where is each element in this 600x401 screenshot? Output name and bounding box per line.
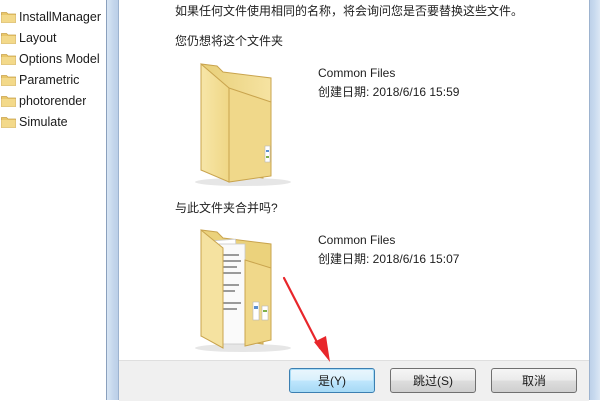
existing-folder-heading: 您仍想将这个文件夹 [175, 34, 284, 48]
folder-tree: InstallManager Layout Options Model Para… [0, 0, 107, 400]
cancel-button[interactable]: 取消 [491, 368, 577, 393]
tree-item-label: InstallManager [19, 9, 101, 24]
tree-item-label: Options Model [19, 51, 100, 66]
folder-icon [1, 116, 16, 128]
folder-icon [1, 53, 16, 65]
folder-icon [1, 74, 16, 86]
tree-item-parametric[interactable]: Parametric [0, 69, 106, 90]
merge-heading: 与此文件夹合并吗? [175, 201, 278, 215]
tree-item-label: Parametric [19, 72, 80, 87]
folder-icon [1, 11, 16, 23]
tree-item-installmanager[interactable]: InstallManager [0, 6, 106, 27]
existing-folder-created: 创建日期: 2018/6/16 15:59 [318, 85, 460, 99]
folder-icon [1, 32, 16, 44]
tree-item-photorender[interactable]: photorender [0, 90, 106, 111]
confirm-folder-replace-dialog: 如果任何文件使用相同的名称，将会询问您是否要替换这些文件。 您仍想将这个文件夹 … [118, 0, 590, 401]
tree-item-simulate[interactable]: Simulate [0, 111, 106, 132]
folder-icon [1, 95, 16, 107]
folder-icon [195, 62, 291, 186]
incoming-folder-name: Common Files [318, 233, 396, 247]
tree-item-options-model[interactable]: Options Model [0, 48, 106, 69]
incoming-folder-created: 创建日期: 2018/6/16 15:07 [318, 252, 460, 266]
dialog-message: 如果任何文件使用相同的名称，将会询问您是否要替换这些文件。 [175, 4, 524, 18]
skip-button[interactable]: 跳过(S) [390, 368, 476, 393]
existing-folder-name: Common Files [318, 66, 396, 80]
tree-item-label: photorender [19, 93, 87, 108]
tree-item-label: Simulate [19, 114, 68, 129]
tree-item-label: Layout [19, 30, 57, 45]
yes-button[interactable]: 是(Y) [289, 368, 375, 393]
tree-item-layout[interactable]: Layout [0, 27, 106, 48]
annotation-arrow-icon [282, 276, 330, 362]
